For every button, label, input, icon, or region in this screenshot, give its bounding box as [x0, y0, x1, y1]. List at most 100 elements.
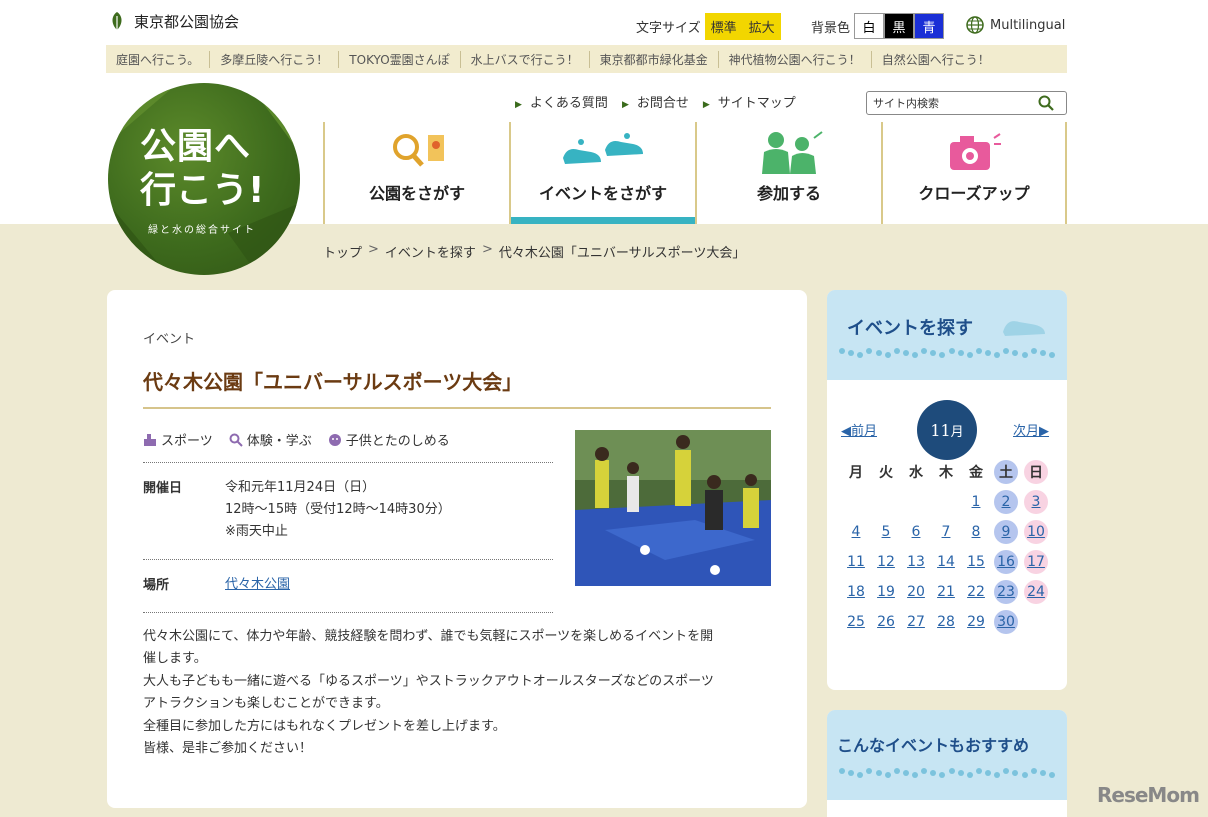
subnav-link[interactable]: 庭園へ行こう。: [106, 50, 211, 68]
calendar-day[interactable]: 12: [871, 550, 901, 574]
calendar-day-link[interactable]: 24: [1027, 584, 1045, 600]
tag-kids[interactable]: 子供とたのしめる: [328, 430, 450, 449]
calendar-day[interactable]: 3: [1024, 490, 1048, 514]
tag-sports[interactable]: スポーツ: [143, 430, 213, 449]
calendar-day-link[interactable]: 10: [1027, 524, 1045, 540]
event-details: 開催日 令和元年11月24日（日） 12時～15時（受付12時～14時30分） …: [143, 462, 553, 613]
detail-place-row: 場所 代々木公園: [143, 559, 553, 613]
calendar-day[interactable]: 26: [871, 610, 901, 634]
nav-find-event[interactable]: イベントをさがす: [509, 122, 695, 224]
calendar-day[interactable]: 16: [994, 550, 1018, 574]
calendar-day[interactable]: 15: [961, 550, 991, 574]
calendar-day-link[interactable]: 19: [877, 584, 895, 600]
nav-participate[interactable]: 参加する: [695, 122, 881, 224]
text-size-large[interactable]: 拡大: [742, 13, 781, 40]
calendar-day[interactable]: 25: [841, 610, 871, 634]
calendar-day-link[interactable]: 23: [997, 584, 1015, 600]
multilingual-link[interactable]: Multilingual: [966, 16, 1065, 34]
calendar-day[interactable]: 18: [841, 580, 871, 604]
dot: [884, 352, 891, 358]
bg-black-button[interactable]: 黒: [884, 13, 915, 39]
calendar-day-link[interactable]: 22: [967, 584, 985, 600]
calendar-day-link[interactable]: 30: [997, 614, 1015, 630]
calendar-day-link[interactable]: 18: [847, 584, 865, 600]
calendar-day-link[interactable]: 11: [847, 554, 865, 570]
dot: [1039, 350, 1046, 356]
dot-decoration: [839, 768, 1055, 778]
calendar-day[interactable]: 9: [994, 520, 1018, 544]
text-size-standard[interactable]: 標準: [704, 13, 743, 40]
calendar-day[interactable]: 8: [961, 520, 991, 544]
calendar-day[interactable]: 19: [871, 580, 901, 604]
calendar-day[interactable]: 27: [901, 610, 931, 634]
calendar-day-link[interactable]: 4: [852, 524, 861, 540]
calendar-day[interactable]: 14: [931, 550, 961, 574]
calendar-day-link[interactable]: 13: [907, 554, 925, 570]
calendar-day[interactable]: 20: [901, 580, 931, 604]
search-icon[interactable]: [1038, 95, 1054, 111]
faq-link[interactable]: よくある質問: [515, 92, 608, 111]
sitemap-link[interactable]: サイトマップ: [703, 92, 796, 111]
calendar-day[interactable]: 29: [961, 610, 991, 634]
calendar-day-link[interactable]: 2: [1002, 494, 1011, 510]
subnav-link[interactable]: 多摩丘陵へ行こう！: [210, 50, 340, 68]
subnav-link[interactable]: 神代植物公園へ行こう！: [719, 50, 872, 68]
breadcrumb-events[interactable]: イベントを探す: [385, 242, 476, 261]
calendar-day[interactable]: 2: [994, 490, 1018, 514]
bg-blue-button[interactable]: 青: [914, 13, 945, 39]
breadcrumb-top[interactable]: トップ: [323, 242, 362, 261]
subnav-link[interactable]: 自然公園へ行こう！: [872, 51, 1000, 68]
contact-link[interactable]: お問合せ: [622, 92, 689, 111]
calendar-day-link[interactable]: 21: [937, 584, 955, 600]
breadcrumb-sep: >: [368, 242, 379, 257]
calendar-day-link[interactable]: 14: [937, 554, 955, 570]
calendar-day-link[interactable]: 16: [997, 554, 1015, 570]
calendar-day-link[interactable]: 6: [912, 524, 921, 540]
calendar-day[interactable]: 21: [931, 580, 961, 604]
calendar-day-link[interactable]: 20: [907, 584, 925, 600]
calendar-day-link[interactable]: 8: [972, 524, 981, 540]
calendar-day-link[interactable]: 9: [1002, 524, 1011, 540]
calendar-day[interactable]: 7: [931, 520, 961, 544]
calendar-day-link[interactable]: 5: [882, 524, 891, 540]
place-value: 代々木公園: [225, 574, 290, 596]
prev-month-link[interactable]: ◀前月: [841, 420, 877, 439]
nav-find-park[interactable]: 公園をさがす: [323, 122, 509, 224]
calendar-day-link[interactable]: 1: [972, 494, 981, 510]
next-month-link[interactable]: 次月▶: [1013, 420, 1049, 439]
calendar-day-link[interactable]: 28: [937, 614, 955, 630]
calendar-day[interactable]: 1: [961, 490, 991, 514]
calendar-day[interactable]: 23: [994, 580, 1018, 604]
calendar-day-link[interactable]: 29: [967, 614, 985, 630]
calendar-day[interactable]: 5: [871, 520, 901, 544]
org-brand[interactable]: 東京都公園協会: [106, 10, 239, 32]
nav-closeup[interactable]: クローズアップ: [881, 122, 1067, 224]
place-link[interactable]: 代々木公園: [225, 577, 290, 592]
calendar-day-link[interactable]: 26: [877, 614, 895, 630]
calendar-day[interactable]: 6: [901, 520, 931, 544]
calendar-day-link[interactable]: 25: [847, 614, 865, 630]
calendar-day-link[interactable]: 17: [1027, 554, 1045, 570]
calendar-day-link[interactable]: 7: [942, 524, 951, 540]
tag-learn[interactable]: 体験・学ぶ: [229, 430, 312, 449]
calendar-day[interactable]: 17: [1024, 550, 1048, 574]
recommend-title: こんなイベントもおすすめ: [837, 736, 1030, 755]
subnav-link[interactable]: TOKYO霊園さんぽ: [339, 50, 461, 68]
calendar-day[interactable]: 10: [1024, 520, 1048, 544]
subnav-link[interactable]: 水上バスで行こう！: [461, 50, 590, 68]
calendar-day[interactable]: 11: [841, 550, 871, 574]
subnav-link[interactable]: 東京都都市緑化基金: [590, 50, 719, 68]
calendar-day[interactable]: 13: [901, 550, 931, 574]
calendar-day[interactable]: 4: [841, 520, 871, 544]
calendar-day-link[interactable]: 15: [967, 554, 985, 570]
bg-white-button[interactable]: 白: [854, 13, 885, 39]
calendar-day-link[interactable]: 27: [907, 614, 925, 630]
calendar-day[interactable]: 30: [994, 610, 1018, 634]
search-input[interactable]: [873, 96, 1038, 110]
calendar-day-link[interactable]: 3: [1032, 494, 1041, 510]
calendar-day-link[interactable]: 12: [877, 554, 895, 570]
calendar-day[interactable]: 24: [1024, 580, 1048, 604]
site-logo[interactable]: 公園へ 行こう! 緑と水の総合サイト: [108, 83, 300, 275]
calendar-day[interactable]: 28: [931, 610, 961, 634]
calendar-day[interactable]: 22: [961, 580, 991, 604]
